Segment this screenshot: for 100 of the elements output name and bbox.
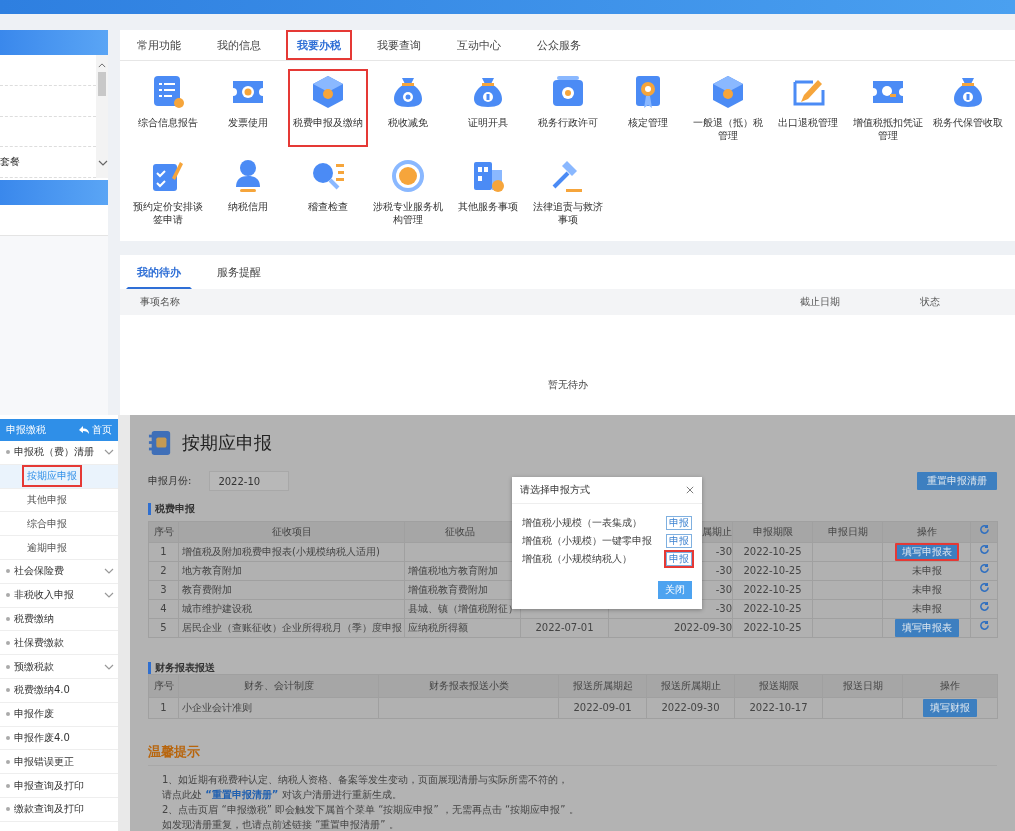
chevron-up-icon (98, 63, 106, 68)
refresh-icon[interactable] (978, 582, 990, 593)
sidebar-item[interactable]: 税费缴纳4.0 (0, 678, 118, 703)
service-tile[interactable]: 涉税专业服务机构管理 (368, 153, 448, 231)
sidebar-label: 申报作废 (14, 707, 54, 722)
column-header: 状态 (920, 295, 941, 309)
chevron-down-icon (104, 663, 114, 670)
sidebar-item[interactable]: 非税收入申报 (0, 583, 118, 608)
submenu-item[interactable]: 综合申报 (0, 512, 118, 537)
page-title: 按期应申报 (182, 431, 272, 455)
service-tile[interactable]: 税务行政许可 (528, 69, 608, 147)
menu-item[interactable] (0, 180, 108, 205)
status-text: 未申报 (910, 583, 943, 597)
column-header: 征收项目 (178, 521, 405, 543)
sidebar-label: 税费缴纳4.0 (14, 683, 70, 698)
service-tile[interactable]: 增值税抵扣凭证管理 (848, 69, 928, 147)
status-text: 未申报 (910, 564, 943, 578)
service-tile[interactable]: 税收减免 (368, 69, 448, 147)
column-header: 操作 (902, 674, 998, 698)
declare-button[interactable]: 申报 (664, 514, 694, 532)
tab[interactable]: 互动中心 (446, 30, 512, 60)
submenu-label: 综合申报 (26, 516, 68, 531)
column-header: 财务、会计制度 (178, 674, 379, 698)
scrollbar[interactable] (96, 55, 108, 178)
fill-form-button[interactable]: 填写申报表 (894, 543, 959, 561)
month-field[interactable]: 2022-10 (209, 471, 290, 491)
column-header: 申报日期 (812, 521, 883, 543)
chevron-down-icon (104, 568, 114, 575)
bullet-dot (6, 807, 10, 812)
notebook-icon (148, 429, 172, 457)
fill-form-button[interactable]: 填写财报 (923, 699, 977, 717)
sidebar-item[interactable]: 申报错误更正 (0, 750, 118, 775)
refresh-icon[interactable] (978, 620, 990, 631)
service-tile[interactable]: 综合信息报告 (128, 69, 208, 147)
service-tile[interactable]: 一般退（抵）税管理 (688, 69, 768, 147)
tip-text: 请点此处 “重置申报清册” 对该户清册进行重新生成。 (162, 788, 403, 802)
bullet-dot (6, 569, 10, 574)
sidebar-item[interactable]: 申报作废 (0, 702, 118, 727)
service-tile[interactable]: 证明开具 (448, 69, 528, 147)
status-text: 未申报 (910, 602, 943, 616)
tab[interactable]: 我要办税 (286, 30, 352, 60)
service-tile[interactable]: 其他服务事项 (448, 153, 528, 231)
month-label: 申报月份: (148, 474, 192, 488)
tab[interactable]: 公众服务 (526, 30, 592, 60)
sidebar-item[interactable]: 税费缴纳 (0, 607, 118, 632)
declare-button[interactable]: 申报 (664, 532, 694, 550)
sidebar-item[interactable]: 社保费缴款 (0, 631, 118, 656)
refresh-icon[interactable] (978, 563, 990, 574)
refresh-icon[interactable] (978, 544, 990, 555)
service-tile[interactable]: 预约定价安排谈签申请 (128, 153, 208, 231)
service-tile[interactable]: 出口退税管理 (768, 69, 848, 147)
sidebar-label: 申报错误更正 (14, 754, 74, 769)
sidebar-item[interactable]: 申报查询及打印 (0, 774, 118, 798)
sidebar-label: 社保费缴款 (14, 635, 64, 650)
column-header: 报送日期 (822, 674, 903, 698)
tip-text: 2、点击页眉 “申报缴税” 即会触发下属首个菜单 “按期应申报” ，无需再点击 “按期应申报” 。 (162, 803, 580, 817)
bullet-dot (6, 593, 10, 598)
service-tile[interactable]: 核定管理 (608, 69, 688, 147)
sidebar-label: 申报税（费）清册 (14, 445, 94, 460)
service-tile[interactable]: 稽查检查 (288, 153, 368, 231)
sidebar-item[interactable]: 缴款查询及打印 (0, 797, 118, 822)
scrollbar-thumb[interactable] (98, 72, 106, 96)
column-header: 申报期限 (732, 521, 813, 543)
tips-title: 温馨提示 (148, 743, 997, 766)
column-header: 操作 (882, 521, 971, 543)
declare-button[interactable]: 申报 (664, 550, 694, 568)
sidebar-label: 税费缴纳 (14, 611, 54, 626)
tab[interactable]: 我要查询 (366, 30, 432, 60)
column-header: 序号 (148, 674, 179, 698)
sidebar-item[interactable]: 预缴税款 (0, 655, 118, 679)
tab[interactable]: 我的信息 (206, 30, 272, 60)
column-header: 事项名称 (140, 295, 181, 309)
column-header: 截止日期 (800, 295, 841, 309)
tab[interactable]: 服务提醒 (206, 255, 272, 289)
sidebar-item[interactable]: 社会保险费 (0, 560, 118, 584)
column-header: 报送所属期止 (646, 674, 735, 698)
service-tile[interactable]: 税费申报及缴纳 (288, 69, 368, 147)
sidebar-item[interactable]: 申报作废4.0 (0, 726, 118, 751)
sidebar-label: 社会保险费 (14, 564, 64, 579)
back-arrow-icon (79, 426, 89, 434)
reset-button[interactable]: 重置申报清册 (917, 472, 997, 490)
bullet-dot (6, 640, 10, 645)
bullet-dot (6, 759, 10, 764)
service-tile[interactable]: 税务代保管收取 (928, 69, 1008, 147)
service-tile[interactable]: 纳税信用 (208, 153, 288, 231)
close-icon[interactable] (686, 486, 694, 494)
chevron-down-icon (98, 160, 108, 166)
sidebar-item[interactable]: 申报税（费）清册 (0, 441, 118, 465)
tab[interactable]: 常用功能 (126, 30, 192, 60)
chevron-down-icon (104, 449, 114, 456)
refresh-icon[interactable] (978, 524, 990, 535)
submenu-label: 逾期申报 (26, 540, 68, 555)
refresh-icon[interactable] (978, 601, 990, 612)
submenu-item[interactable]: 逾期申报 (0, 536, 118, 560)
service-tile[interactable]: 发票使用 (208, 69, 288, 147)
service-tile[interactable]: 法律追责与救济事项 (528, 153, 608, 231)
table-cell: 1 (148, 697, 179, 719)
sidebar-label: 申报查询及打印 (14, 778, 84, 793)
fill-form-button[interactable]: 填写申报表 (894, 619, 959, 637)
submenu-item[interactable]: 其他申报 (0, 488, 118, 513)
